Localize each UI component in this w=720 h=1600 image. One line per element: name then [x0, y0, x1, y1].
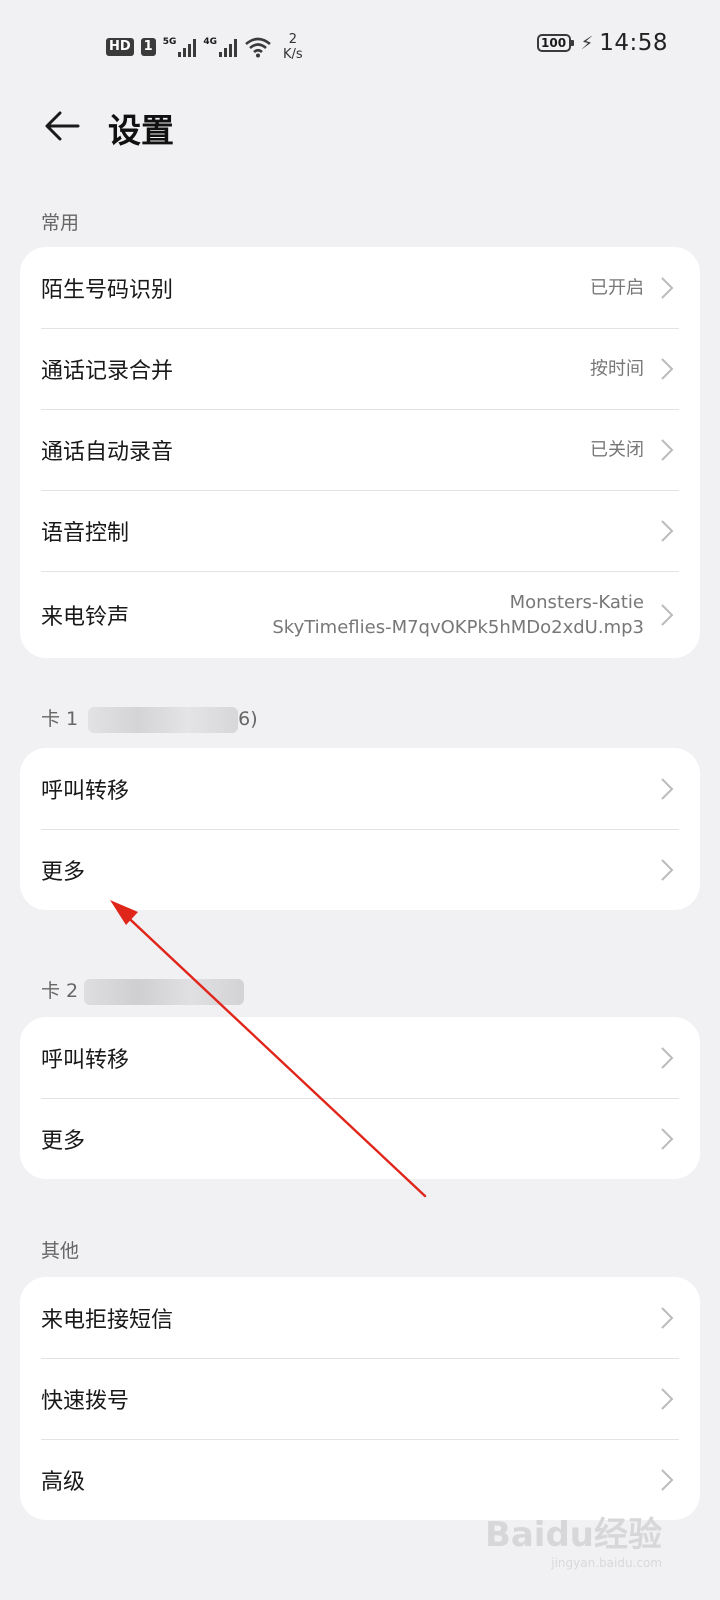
settings-item-reject-sms[interactable]: 来电拒接短信: [20, 1277, 700, 1358]
sim1-label: 卡 1: [41, 708, 79, 730]
item-value: 已关闭: [590, 439, 644, 460]
chevron-right-icon: [661, 858, 674, 881]
speed-unit: K/s: [283, 47, 303, 62]
ringtone-name-line2: SkyTimeflies-M7qvOKPk5hMDo2xdU.mp3: [272, 616, 644, 638]
item-label: 陌生号码识别: [41, 277, 174, 303]
chevron-right-icon: [661, 519, 674, 542]
item-label: 更多: [41, 1128, 86, 1154]
speed-value: 2: [288, 32, 298, 47]
item-label: 快速拨号: [41, 1388, 130, 1414]
item-label: 更多: [41, 859, 86, 885]
item-value: 按时间: [590, 358, 644, 379]
section-label-sim1: 卡 1 6): [41, 704, 258, 733]
ringtone-value: Monsters-Katie SkyTimeflies-M7qvOKPk5hMD…: [272, 590, 644, 640]
back-arrow-icon[interactable]: [42, 106, 82, 146]
charging-icon: ⚡: [580, 32, 594, 54]
chevron-right-icon: [661, 1127, 674, 1150]
status-right: 100 ⚡ 14:58: [536, 30, 668, 56]
section-label-sim2: 卡 2: [41, 976, 245, 1005]
status-left: HD 1 5G 4G 2 K/s: [106, 32, 303, 62]
watermark-text: Baidu经验: [484, 1515, 662, 1555]
item-label: 通话记录合并: [41, 358, 174, 384]
chevron-right-icon: [661, 438, 674, 461]
item-value: 已开启: [590, 277, 644, 298]
settings-item-ringtone[interactable]: 来电铃声 Monsters-Katie SkyTimeflies-M7qvOKP…: [20, 571, 700, 658]
item-label: 来电拒接短信: [41, 1307, 174, 1333]
settings-item-voice-control[interactable]: 语音控制: [20, 490, 700, 571]
item-label: 呼叫转移: [41, 1047, 130, 1073]
item-label: 通话自动录音: [41, 439, 174, 465]
chevron-right-icon: [661, 276, 674, 299]
card-sim2: 呼叫转移 更多: [20, 1017, 700, 1179]
card-common: 陌生号码识别 已开启 通话记录合并 按时间 通话自动录音 已关闭 语音控制 来电…: [20, 247, 700, 658]
settings-item-call-log-merge[interactable]: 通话记录合并 按时间: [20, 328, 700, 409]
settings-item-call-forwarding-sim2[interactable]: 呼叫转移: [20, 1017, 700, 1098]
signal-icon: 4G: [203, 37, 238, 57]
network-speed: 2 K/s: [283, 32, 303, 62]
chevron-right-icon: [661, 1046, 674, 1069]
chevron-right-icon: [661, 357, 674, 380]
section-label-other: 其他: [41, 1240, 80, 1262]
settings-item-unknown-number-id[interactable]: 陌生号码识别 已开启: [20, 247, 700, 328]
page-title: 设置: [108, 111, 174, 150]
sim-badge: 1: [140, 38, 156, 56]
signal-icon: 5G: [163, 37, 197, 57]
item-label: 来电铃声: [41, 604, 130, 630]
battery-level: 100: [541, 36, 567, 50]
settings-item-more-sim2[interactable]: 更多: [20, 1098, 700, 1179]
item-label: 高级: [41, 1469, 86, 1495]
watermark-subtext: jingyan.baidu.com: [551, 1556, 662, 1570]
settings-item-speed-dial[interactable]: 快速拨号: [20, 1358, 700, 1439]
hd-badge: HD: [106, 38, 134, 56]
section-label-common: 常用: [41, 212, 80, 234]
card-other: 来电拒接短信 快速拨号 高级: [20, 1277, 700, 1520]
sim2-label: 卡 2: [41, 980, 79, 1002]
redacted-number: [88, 706, 239, 733]
redacted-number: [84, 978, 245, 1005]
status-bar: HD 1 5G 4G 2 K/s 100 ⚡ 14:58: [0, 0, 720, 92]
item-label: 呼叫转移: [41, 778, 130, 804]
ringtone-name-line1: Monsters-Katie: [509, 591, 644, 613]
settings-item-more-sim1[interactable]: 更多: [20, 829, 700, 910]
item-label: 语音控制: [41, 520, 130, 546]
battery-icon: 100: [536, 34, 574, 52]
chevron-right-icon: [661, 603, 674, 626]
wifi-icon: [245, 37, 271, 58]
network-4g-label: 4G: [203, 37, 218, 47]
app-header: 设置: [0, 92, 720, 174]
settings-item-call-forwarding-sim1[interactable]: 呼叫转移: [20, 748, 700, 829]
network-5g-label: 5G: [162, 37, 177, 47]
sim1-label-suffix: 6): [238, 708, 258, 730]
chevron-right-icon: [661, 1306, 674, 1329]
clock: 14:58: [599, 30, 668, 56]
card-sim1: 呼叫转移 更多: [20, 748, 700, 910]
settings-item-auto-record[interactable]: 通话自动录音 已关闭: [20, 409, 700, 490]
chevron-right-icon: [661, 777, 674, 800]
chevron-right-icon: [661, 1387, 674, 1410]
chevron-right-icon: [661, 1468, 674, 1491]
watermark-logo: Baidu经验 jingyan.baidu.com: [485, 1507, 662, 1570]
